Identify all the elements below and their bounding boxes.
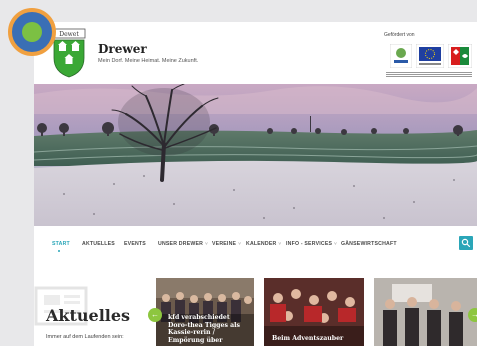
nav-item-vereine[interactable]: VEREINE ˅ xyxy=(212,241,241,247)
site-title[interactable]: Drewer xyxy=(98,42,147,56)
nav-item-events[interactable]: EVENTS xyxy=(124,241,146,247)
news-heading: Aktuelles xyxy=(46,306,131,325)
news-card-title: Beim Adventszauber xyxy=(272,335,344,342)
nav-label: VEREINE xyxy=(212,241,237,247)
arrow-right-icon: → xyxy=(471,310,477,319)
funding-logos: Gefördert von xyxy=(380,28,477,82)
nav-label: EVENTS xyxy=(124,241,146,247)
website-page: Dewet Drewer Mein Dorf. Meine Heimat. Me… xyxy=(34,22,477,346)
site-header: Dewet Drewer Mein Dorf. Meine Heimat. Me… xyxy=(34,22,477,84)
site-tagline: Mein Dorf. Meine Heimat. Meine Zukunft. xyxy=(98,58,199,64)
click-marker-center xyxy=(22,22,42,42)
click-marker-overlay xyxy=(8,8,56,56)
nav-label: START xyxy=(52,241,70,247)
main-navigation: START AKTUELLES EVENTS UNSER DREWER ˅ VER… xyxy=(34,226,477,262)
news-card-title: kfd verabschiedet Doro-thea Tigges als K… xyxy=(168,314,240,344)
nav-label: UNSER DREWER xyxy=(158,241,204,247)
nav-label: KALENDER xyxy=(246,241,277,247)
news-section: Aktuelles Immer auf dem Laufenden sein: xyxy=(34,262,477,346)
news-card[interactable]: kfd verabschiedet Doro-thea Tigges als K… xyxy=(156,278,254,346)
nav-item-aktuelles[interactable]: AKTUELLES xyxy=(82,241,115,247)
leader-logo xyxy=(390,44,412,68)
funding-caption xyxy=(386,72,472,78)
news-card-image xyxy=(374,278,477,346)
search-icon xyxy=(461,238,471,248)
nrw-crest-logo xyxy=(448,44,472,68)
nav-label: INFO - SERVICES xyxy=(286,241,333,247)
news-card[interactable]: Beim Adventszauber xyxy=(264,278,364,346)
chevron-down-icon: ˅ xyxy=(278,241,282,246)
hero-landscape-image xyxy=(34,84,477,226)
nav-item-info-services[interactable]: INFO - SERVICES ˅ xyxy=(286,241,337,247)
nav-item-unser-drewer[interactable]: UNSER DREWER ˅ xyxy=(158,241,208,247)
carousel-prev-button[interactable]: ← xyxy=(148,308,162,322)
active-indicator xyxy=(58,250,60,252)
chevron-down-icon: ˅ xyxy=(238,241,242,246)
chevron-down-icon: ˅ xyxy=(334,241,337,246)
nav-label: GÄNSEWIRTSCHAFT xyxy=(341,241,397,247)
nav-item-start[interactable]: START xyxy=(52,241,70,247)
search-button[interactable] xyxy=(459,236,473,250)
village-crest-logo[interactable]: Dewet xyxy=(52,28,86,78)
crest-text: Dewet xyxy=(59,31,79,38)
carousel-next-button[interactable]: → xyxy=(468,308,477,322)
arrow-left-icon: ← xyxy=(151,310,159,319)
nav-item-kalender[interactable]: KALENDER ˅ xyxy=(246,241,281,247)
news-card[interactable] xyxy=(374,278,477,346)
news-subtext: Immer auf dem Laufenden sein: xyxy=(46,334,124,340)
nav-item-gaensewirtschaft[interactable]: GÄNSEWIRTSCHAFT xyxy=(341,241,397,247)
chevron-down-icon: ˅ xyxy=(205,241,208,246)
nav-label: AKTUELLES xyxy=(82,241,115,247)
eu-flag-logo xyxy=(416,44,444,68)
funding-label: Gefördert von xyxy=(384,32,415,38)
